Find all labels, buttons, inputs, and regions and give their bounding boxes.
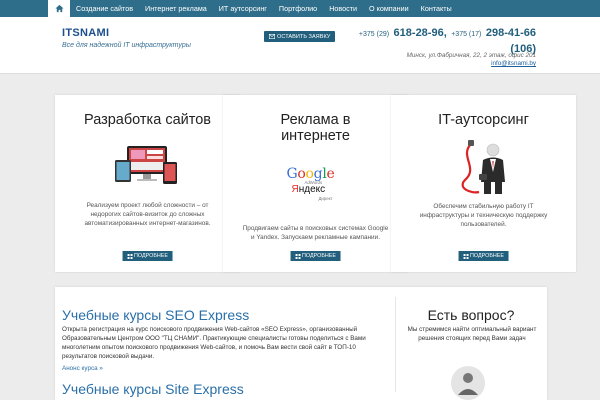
google-yandex-logo: Google AdWords Яндекс Директ <box>281 152 351 202</box>
order-request-label: ОСТАВИТЬ ЗАЯВКУ <box>277 33 331 40</box>
office-address: Минск, ул.Фабричная, 22, 2 этаж, офис 20… <box>406 52 536 59</box>
service-card-advertising: Реклама в интернете Google AdWords Яндек… <box>223 95 408 272</box>
question-title: Есть вопрос? <box>427 307 515 323</box>
card-title[interactable]: Реклама в интернете <box>223 112 408 144</box>
card-description: Реализуем проект любой сложности – от не… <box>84 202 211 227</box>
nav-item-sites[interactable]: Создание сайтов <box>70 0 139 17</box>
nav-item-portfolio[interactable]: Портфолио <box>273 0 323 17</box>
direct-label: Директ <box>318 196 333 201</box>
yandex-logo: Яндекс <box>291 184 326 195</box>
card-more-label: ПОДРОБНЕЕ <box>134 253 168 259</box>
nav-item-about[interactable]: О компании <box>363 0 415 17</box>
card-title[interactable]: IT-аутсорсинг <box>391 112 576 128</box>
course-seo-description: Открыта регистрация на курс поискового п… <box>62 326 366 360</box>
contact-email-link[interactable]: info@itsnami.by <box>491 60 536 67</box>
envelope-icon <box>269 34 275 39</box>
grid-icon <box>463 253 469 259</box>
phone2-prefix: +375 (17) <box>451 31 482 38</box>
course-seo-title[interactable]: Учебные курсы SEO Express <box>62 307 249 323</box>
card-more-button[interactable]: ПОДРОБНЕЕ <box>290 251 341 261</box>
phone1-number[interactable]: 618-28-96, <box>394 27 447 39</box>
question-description: Мы стремимся найти оптимальный вариант р… <box>407 326 537 342</box>
card-more-button[interactable]: ПОДРОБНЕЕ <box>458 251 509 261</box>
support-person-icon <box>450 365 486 400</box>
site-header: ITSNAMI Все для надежной IT инфраструкту… <box>0 17 600 74</box>
order-request-button[interactable]: ОСТАВИТЬ ЗАЯВКУ <box>264 31 336 42</box>
site-tagline: Все для надежной IT инфраструктуры <box>62 42 191 49</box>
phone1-prefix: +375 (29) <box>358 31 390 38</box>
grid-icon <box>127 253 133 259</box>
home-icon <box>54 4 64 13</box>
nav-item-news[interactable]: Новости <box>323 0 363 17</box>
service-card-outsourcing: IT-аутсорсинг Обеспечим стабильную работ… <box>391 95 576 272</box>
businessman-cable-icon <box>449 138 519 198</box>
nav-item-contacts[interactable]: Контакты <box>415 0 458 17</box>
devices-icon <box>113 140 183 195</box>
home-nav-button[interactable] <box>48 0 70 17</box>
card-more-label: ПОДРОБНЕЕ <box>302 253 336 259</box>
card-more-label: ПОДРОБНЕЕ <box>470 253 504 259</box>
grid-icon <box>295 253 301 259</box>
card-description: Обеспечим стабильную работу IT инфрастру… <box>419 203 548 228</box>
top-nav: Создание сайтов Интернет реклама ИТ аутс… <box>0 0 600 17</box>
site-logo[interactable]: ITSNAMI <box>62 27 109 39</box>
phone2-number[interactable]: 298-41-66 <box>486 27 536 39</box>
course-seo-link[interactable]: Анонс курса » <box>62 365 103 372</box>
card-more-button[interactable]: ПОДРОБНЕЕ <box>122 251 173 261</box>
card-description: Продвигаем сайты в поисковых системах Go… <box>242 225 389 241</box>
card-title[interactable]: Разработка сайтов <box>55 112 240 128</box>
nav-item-outsourcing[interactable]: ИТ аутсорсинг <box>213 0 273 17</box>
courses-and-question-panel: Учебные курсы SEO Express Открыта регист… <box>55 287 547 400</box>
course-site-title[interactable]: Учебные курсы Site Express <box>62 381 244 397</box>
yandex-logo-rest: ндекс <box>298 184 326 195</box>
nav-item-ads[interactable]: Интернет реклама <box>139 0 213 17</box>
service-card-web-dev: Разработка сайтов Реализуем проект любой… <box>55 95 240 272</box>
